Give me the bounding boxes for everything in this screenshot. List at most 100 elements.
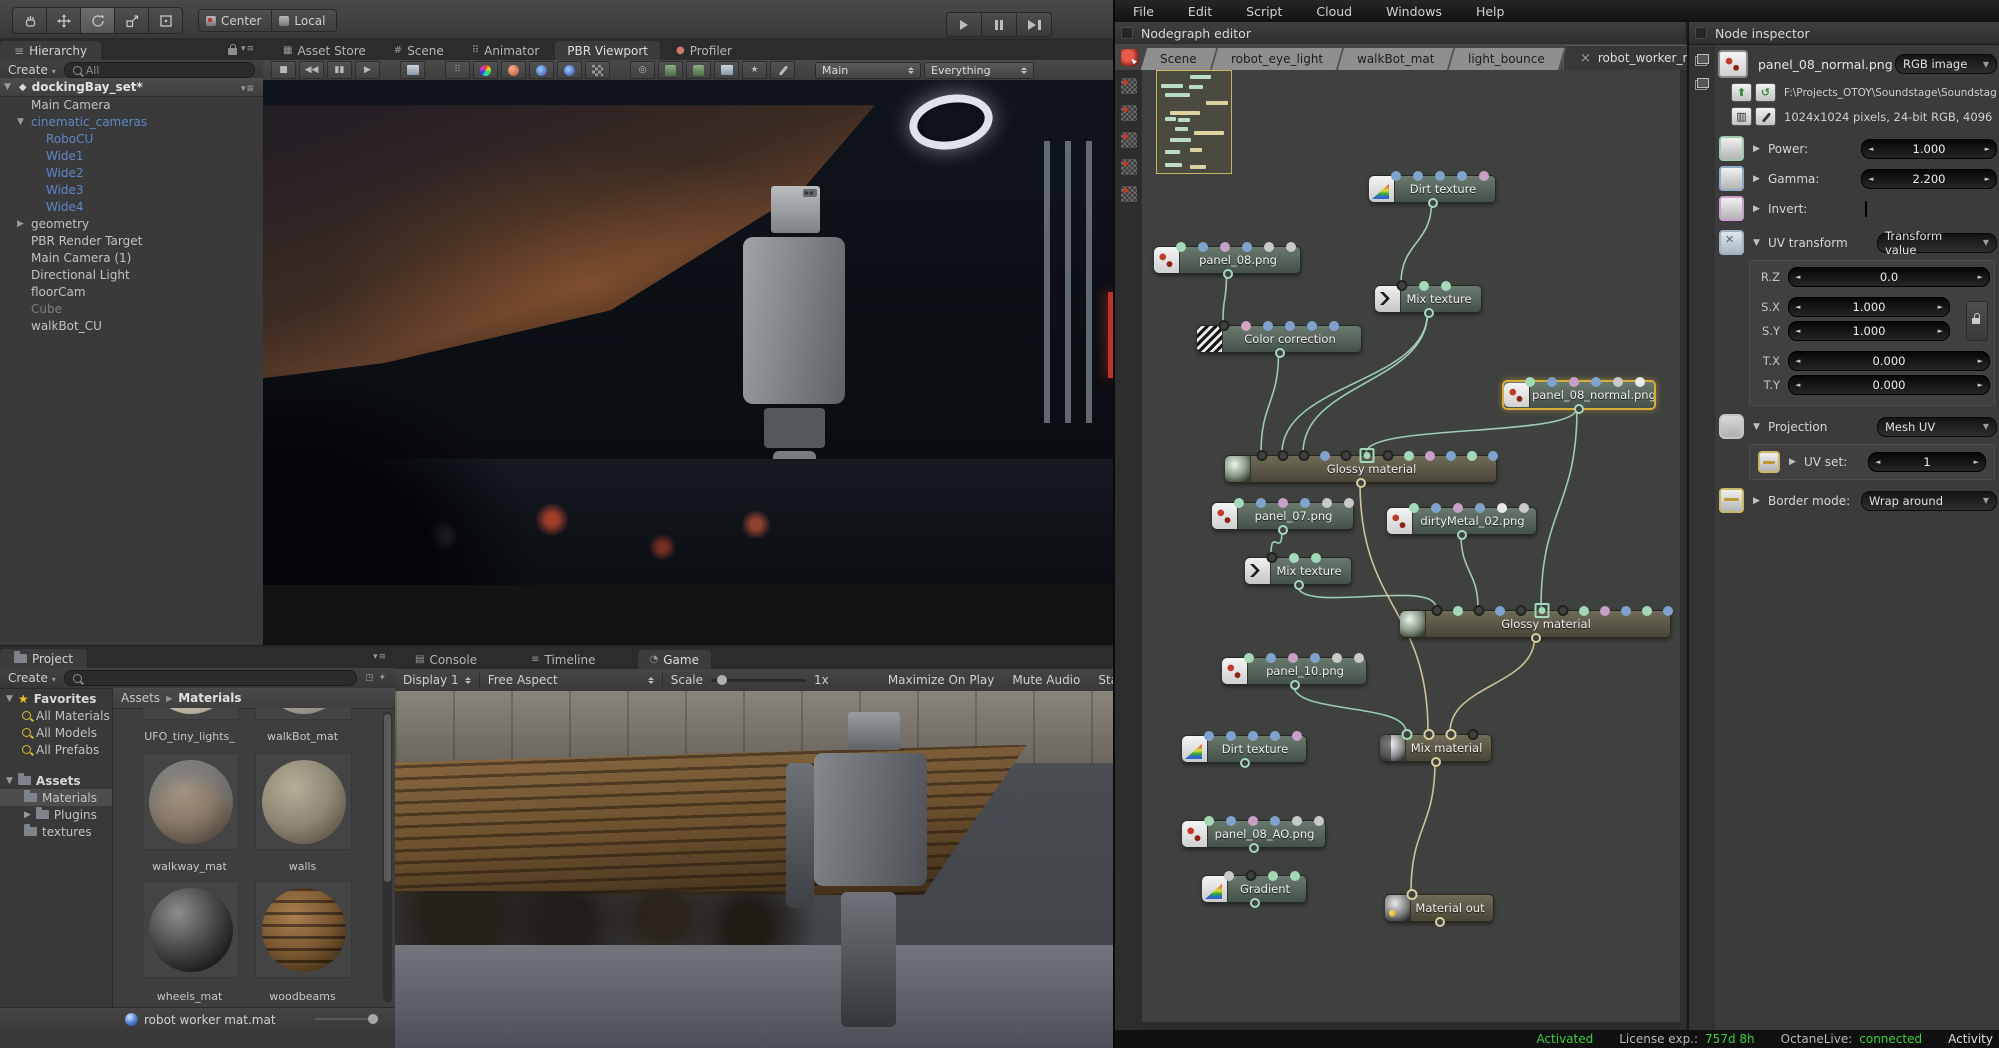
input-pin[interactable] bbox=[1519, 503, 1529, 513]
input-pin[interactable] bbox=[1292, 731, 1302, 741]
expander-icon[interactable]: ▼ bbox=[1753, 238, 1761, 248]
expander-icon[interactable]: ▼ bbox=[17, 117, 24, 127]
expander-icon[interactable]: ▼ bbox=[1753, 422, 1761, 432]
node-mix-material[interactable]: Mix material bbox=[1380, 734, 1492, 762]
scale-tool-button[interactable] bbox=[114, 7, 148, 34]
expander-icon[interactable]: ▶ bbox=[1753, 496, 1761, 506]
lock-icon[interactable] bbox=[228, 48, 237, 55]
favorite-item-all-models[interactable]: All Models bbox=[0, 724, 112, 741]
node-glossy-material[interactable]: Glossy material bbox=[1400, 610, 1671, 638]
panel-collapse-icon[interactable] bbox=[1121, 27, 1133, 39]
node-glossy-material[interactable]: Glossy material bbox=[1225, 455, 1497, 483]
input-pin[interactable] bbox=[1383, 450, 1394, 461]
input-pin[interactable] bbox=[1329, 321, 1339, 331]
rewind-button[interactable]: ◀◀ bbox=[299, 61, 324, 79]
input-pin[interactable] bbox=[1248, 731, 1258, 741]
copy-layers-icon[interactable] bbox=[1695, 78, 1709, 90]
input-pin[interactable] bbox=[1404, 451, 1414, 461]
snap-magnet-icon[interactable] bbox=[1121, 159, 1137, 175]
input-pin[interactable] bbox=[1424, 729, 1435, 740]
input-pin[interactable] bbox=[1402, 729, 1413, 740]
gauge-button[interactable]: ◎ bbox=[630, 61, 655, 79]
input-pin[interactable] bbox=[1446, 451, 1456, 461]
rect-tool-button[interactable] bbox=[148, 7, 183, 34]
scrollbar-thumb[interactable] bbox=[384, 714, 391, 882]
output-pin[interactable] bbox=[1356, 478, 1366, 488]
tab-console[interactable]: ▤Console bbox=[403, 650, 489, 669]
tab-profiler[interactable]: ●Profiler bbox=[664, 41, 744, 60]
decrement-icon[interactable]: ◄ bbox=[1789, 303, 1806, 311]
input-pin[interactable] bbox=[1407, 889, 1418, 900]
reload-file-button[interactable]: ⬆ bbox=[1731, 83, 1752, 102]
input-pin[interactable] bbox=[1425, 451, 1435, 461]
move-tool-button[interactable] bbox=[46, 7, 80, 34]
gamma-spinner[interactable]: ◄2.200► bbox=[1861, 169, 1997, 189]
input-pin[interactable] bbox=[1525, 377, 1535, 387]
color-wheel-button[interactable] bbox=[473, 61, 498, 79]
nodegraph-minimap[interactable] bbox=[1156, 70, 1232, 174]
input-pin[interactable] bbox=[1613, 377, 1623, 387]
tab-asset-store[interactable]: ▦Asset Store bbox=[271, 41, 378, 60]
tab-project[interactable]: Project bbox=[0, 649, 87, 668]
assets-scrollbar[interactable] bbox=[383, 712, 392, 1002]
input-pin[interactable] bbox=[1591, 377, 1601, 387]
graph-root-icon[interactable] bbox=[1121, 49, 1138, 66]
graph-pick-icon[interactable] bbox=[1121, 78, 1137, 94]
pivot-local-button[interactable]: Local bbox=[272, 9, 336, 32]
input-pin[interactable] bbox=[1413, 171, 1423, 181]
material-thumbnail-wheels-mat[interactable] bbox=[142, 881, 239, 978]
input-pin[interactable] bbox=[1204, 731, 1214, 741]
input-pin[interactable] bbox=[1219, 320, 1230, 331]
menu-help[interactable]: Help bbox=[1476, 4, 1505, 19]
hierarchy-item-floorcam[interactable]: floorCam bbox=[0, 283, 263, 300]
favorite-item-all-prefabs[interactable]: All Prefabs bbox=[0, 741, 112, 758]
material-thumbnail-walls[interactable] bbox=[255, 753, 352, 850]
input-pin[interactable] bbox=[1176, 242, 1186, 252]
input-pin[interactable] bbox=[1446, 729, 1457, 740]
projection-dropdown[interactable]: Mesh UV▼ bbox=[1877, 417, 1997, 437]
input-pin[interactable] bbox=[1332, 653, 1342, 663]
input-pin[interactable] bbox=[1204, 816, 1214, 826]
input-pin[interactable] bbox=[1289, 553, 1299, 563]
hierarchy-item-directional-light[interactable]: Directional Light bbox=[0, 266, 263, 283]
menu-file[interactable]: File bbox=[1133, 4, 1154, 19]
output-pin[interactable] bbox=[1531, 633, 1541, 643]
activity-label[interactable]: Activity bbox=[1948, 1032, 1993, 1046]
expander-icon[interactable]: ▶ bbox=[1753, 144, 1761, 154]
stop-button[interactable]: ■ bbox=[271, 61, 296, 79]
input-pin[interactable] bbox=[1397, 280, 1408, 291]
expander-icon[interactable]: ▶ bbox=[24, 810, 31, 820]
value-spinner[interactable]: ◄1.000► bbox=[1788, 297, 1950, 317]
input-pin[interactable] bbox=[1497, 503, 1507, 513]
rotate-tool-button[interactable] bbox=[80, 7, 114, 34]
output-pin[interactable] bbox=[1574, 404, 1584, 414]
input-pin[interactable] bbox=[1220, 242, 1230, 252]
output-pin[interactable] bbox=[1275, 348, 1285, 358]
effects-button[interactable]: ★ bbox=[742, 61, 767, 79]
search-options-icon[interactable]: ◳ ✦ bbox=[365, 673, 387, 683]
output-pin[interactable] bbox=[1457, 530, 1467, 540]
value-spinner[interactable]: ◄0.000► bbox=[1788, 351, 1990, 371]
expander-icon[interactable]: ▼ bbox=[6, 776, 13, 786]
input-pin[interactable] bbox=[1516, 605, 1527, 616]
slider-knob[interactable] bbox=[717, 675, 727, 685]
input-pin[interactable] bbox=[1286, 242, 1296, 252]
camera-dropdown[interactable]: Main bbox=[815, 62, 921, 79]
terrain-button[interactable] bbox=[686, 61, 711, 79]
display-dropdown[interactable]: Display 1 bbox=[403, 673, 459, 687]
node-color-correction[interactable]: Color correction bbox=[1197, 325, 1362, 353]
close-icon[interactable]: × bbox=[1580, 51, 1591, 66]
increment-icon[interactable]: ► bbox=[1968, 458, 1985, 466]
panel-menu-icon[interactable]: ▾≡ bbox=[373, 652, 387, 662]
tab-scene[interactable]: #Scene bbox=[382, 41, 456, 60]
grid-layout-icon[interactable] bbox=[1121, 186, 1137, 202]
tab-timeline[interactable]: ≡Timeline bbox=[519, 650, 607, 669]
hierarchy-item-geometry[interactable]: ▶geometry bbox=[0, 215, 263, 232]
node-panel-10-png[interactable]: panel_10.png bbox=[1222, 657, 1367, 685]
material-thumbnail-ufo-tiny-lights[interactable] bbox=[142, 708, 239, 720]
border-mode-dropdown[interactable]: Wrap around▼ bbox=[1861, 491, 1997, 511]
expander-icon[interactable]: ▶ bbox=[1789, 457, 1797, 467]
input-pin[interactable] bbox=[1467, 451, 1477, 461]
input-pin[interactable] bbox=[1288, 653, 1298, 663]
hierarchy-item-robocu[interactable]: RoboCU bbox=[0, 130, 263, 147]
